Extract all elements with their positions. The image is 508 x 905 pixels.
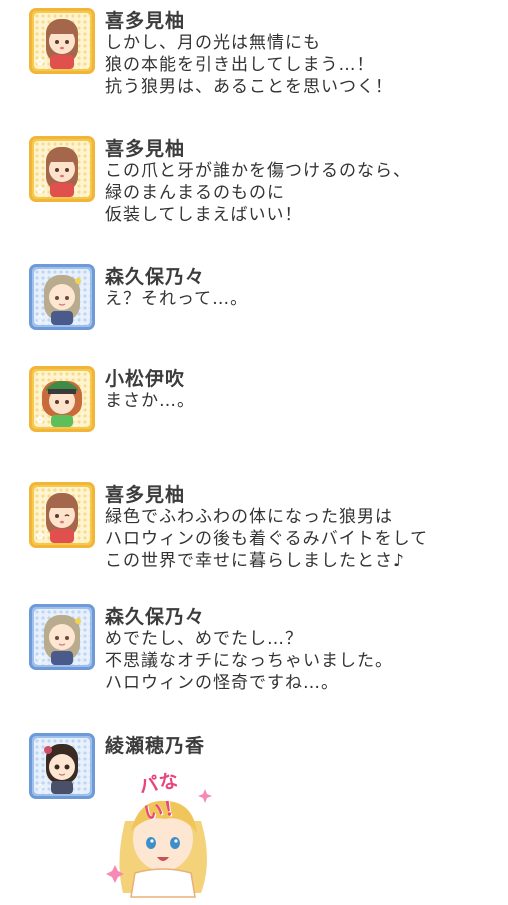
cool-type-icon: ◇ (36, 313, 44, 324)
speaker-name: 喜多見柚 (105, 484, 186, 506)
speaker-name: 小松伊吹 (105, 368, 186, 390)
avatar-morikubo-nono[interactable]: ◇ (29, 264, 95, 330)
message-line: めでたし、めでたし…？ (105, 629, 303, 649)
speaker-name: 喜多見柚 (105, 10, 186, 32)
cool-type-icon: ◇ (36, 782, 44, 793)
message-line: 抗う狼男は、あることを思いつく！ (105, 77, 393, 97)
cute-type-icon: ✿ (35, 57, 45, 68)
message-line: 仮装してしまえばいい！ (105, 205, 303, 225)
message-text: 緑色でふわふわの体になった狼男は ハロウィンの後も着ぐるみバイトをして この世界… (105, 506, 428, 572)
message-line: 緑色でふわふわの体になった狼男は (105, 507, 393, 527)
avatar-kitami-yuzu[interactable]: ✿ (29, 482, 95, 548)
avatar-komatsu-ibuki[interactable]: ✿ (29, 366, 95, 432)
message-text: まさか…。 (105, 390, 195, 412)
message-line: この爪と牙が誰かを傷つけるのなら、 (105, 161, 411, 181)
message-text: めでたし、めでたし…？ 不思議なオチになっちゃいました。 ハロウィンの怪奇ですね… (105, 628, 393, 694)
message-line: ハロウィンの怪奇ですね…。 (105, 673, 339, 693)
avatar-morikubo-nono[interactable]: ◇ (29, 604, 95, 670)
message-text: この爪と牙が誰かを傷つけるのなら、 緑のまんまるのものに 仮装してしまえばいい！ (105, 160, 411, 226)
cute-type-icon: ✿ (35, 531, 45, 542)
speaker-name: 喜多見柚 (105, 138, 186, 160)
cool-type-icon: ◇ (36, 653, 44, 664)
message-line: しかし、月の光は無情にも (105, 33, 321, 53)
cute-type-icon: ✿ (35, 185, 45, 196)
speaker-name: 森久保乃々 (105, 606, 206, 628)
sticker-image: パない！ (105, 761, 220, 901)
chat-feed: ✿ 喜多見柚 しかし、月の光は無情にも 狼の本能を引き出してしまう…！ 抗う狼男… (0, 0, 508, 900)
avatar-kitami-yuzu[interactable]: ✿ (29, 8, 95, 74)
speaker-name: 綾瀬穂乃香 (105, 735, 206, 757)
avatar-kitami-yuzu[interactable]: ✿ (29, 136, 95, 202)
message-line: この世界で幸せに暮らしましたとさ♪ (105, 551, 405, 571)
cute-type-icon: ✿ (35, 415, 45, 426)
message-line: ハロウィンの後も着ぐるみバイトをして (105, 529, 429, 549)
message-line: 緑のまんまるのものに (105, 183, 285, 203)
speaker-name: 森久保乃々 (105, 266, 206, 288)
message-line: 不思議なオチになっちゃいました。 (105, 651, 393, 671)
avatar-ayase-honoka[interactable]: ◇ (29, 733, 95, 799)
message-line: 狼の本能を引き出してしまう…！ (105, 55, 375, 75)
message-line: まさか…。 (105, 391, 195, 411)
message-text: しかし、月の光は無情にも 狼の本能を引き出してしまう…！ 抗う狼男は、あることを… (105, 32, 393, 98)
message-text: え？それって…。 (105, 288, 248, 310)
message-line: え？それって…。 (105, 289, 249, 309)
